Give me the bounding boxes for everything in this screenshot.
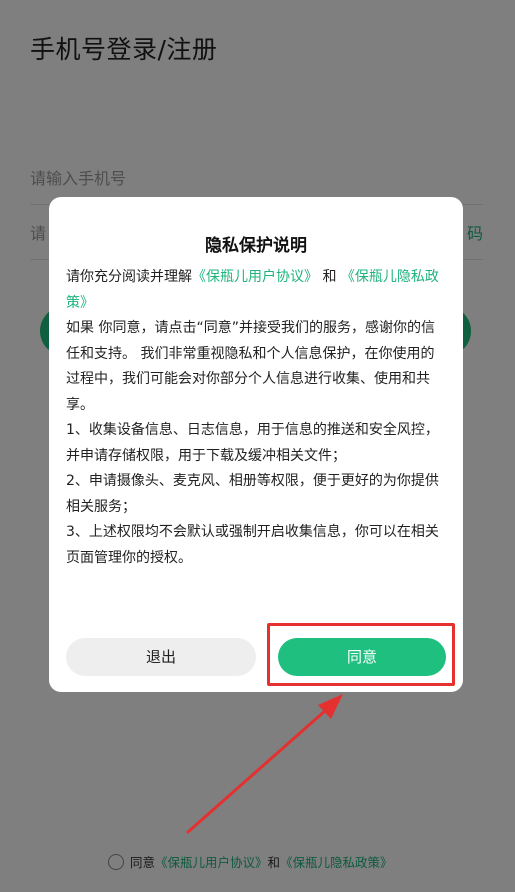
dialog-item-1: 1、收集设备信息、日志信息，用于信息的推送和安全风控，并申请存储权限，用于下载及…	[66, 422, 439, 464]
login-page: 手机号登录/注册 请输入手机号 请 码 同意 《保瓶儿用户协议》 和 《保瓶儿隐…	[0, 0, 515, 892]
dialog-intro: 请你充分阅读并理解《保瓶儿用户协议》 和 《保瓶儿隐私政策》	[66, 265, 446, 316]
annotation-highlight-box	[267, 623, 455, 686]
privacy-dialog: 隐私保护说明 请你充分阅读并理解《保瓶儿用户协议》 和 《保瓶儿隐私政策》 如果…	[49, 197, 463, 692]
dialog-item-3: 3、上述权限均不会默认或强制开启收集信息，你可以在相关页面管理你的授权。	[66, 524, 439, 566]
dialog-paragraph-1: 如果 你同意，请点击“同意”并接受我们的服务，感谢你的信任和支持。 我们非常重视…	[66, 320, 435, 413]
dialog-body: 请你充分阅读并理解《保瓶儿用户协议》 和 《保瓶儿隐私政策》 如果 你同意，请点…	[66, 265, 446, 571]
dialog-title: 隐私保护说明	[205, 236, 307, 256]
exit-button[interactable]: 退出	[66, 638, 256, 676]
intro-text: 请你充分阅读并理解	[66, 269, 192, 285]
dialog-item-2: 2、申请摄像头、麦克风、相册等权限，便于更好的为你提供相关服务；	[66, 473, 439, 515]
dialog-user-agreement-link[interactable]: 《保瓶儿用户协议》	[192, 269, 318, 285]
dialog-and: 和	[322, 269, 337, 285]
